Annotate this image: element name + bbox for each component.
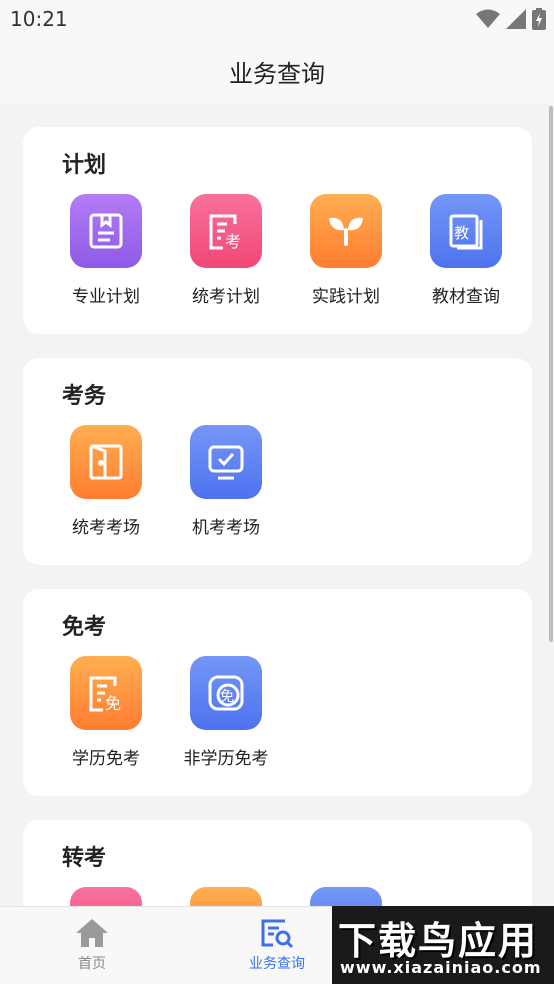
textbook-icon: 教 bbox=[449, 214, 483, 250]
monitor-check-icon bbox=[208, 445, 244, 480]
content-scroll[interactable]: 计划 专业计划 考 统考计划 实践计划 教 教材查询 考务 统考考场 机考考场 … bbox=[0, 104, 554, 906]
home-icon bbox=[76, 919, 108, 947]
section-title: 免考 bbox=[62, 615, 107, 640]
item-unified-exam-plan[interactable]: 考 统考计划 bbox=[166, 194, 286, 307]
item-transfer-1[interactable] bbox=[46, 887, 166, 906]
wifi-icon bbox=[476, 9, 500, 28]
item-unified-exam-room[interactable]: 统考考场 bbox=[46, 425, 166, 538]
svg-text:考: 考 bbox=[225, 232, 241, 251]
item-computer-exam-room[interactable]: 机考考场 bbox=[166, 425, 286, 538]
battery-charging-icon bbox=[532, 8, 546, 30]
svg-text:教: 教 bbox=[454, 224, 469, 242]
watermark-logo: 下载鸟应用 www.xiazainiao.com bbox=[332, 906, 554, 984]
nav-home[interactable]: 首页 bbox=[32, 917, 152, 973]
scrollbar[interactable] bbox=[549, 106, 553, 642]
item-transfer-3[interactable] bbox=[286, 887, 406, 906]
exempt-badge-icon: 免 bbox=[208, 675, 244, 711]
section-title: 转考 bbox=[62, 846, 107, 871]
item-non-academic-exemption[interactable]: 免 非学历免考 bbox=[166, 656, 286, 769]
status-bar: 10:21 bbox=[0, 0, 554, 40]
item-textbook-query[interactable]: 教 教材查询 bbox=[406, 194, 526, 307]
section-title: 计划 bbox=[62, 153, 107, 178]
door-icon bbox=[89, 444, 123, 480]
item-practice-plan[interactable]: 实践计划 bbox=[286, 194, 406, 307]
section-exam-affairs: 考务 统考考场 机考考场 bbox=[23, 358, 532, 565]
item-academic-exemption[interactable]: 免 学历免考 bbox=[46, 656, 166, 769]
query-icon bbox=[261, 919, 294, 949]
item-transfer-2[interactable] bbox=[166, 887, 286, 906]
item-major-plan[interactable]: 专业计划 bbox=[46, 194, 166, 307]
exempt-doc-icon: 免 bbox=[89, 676, 121, 713]
exam-doc-icon: 考 bbox=[209, 214, 241, 251]
nav-business-query[interactable]: 业务查询 bbox=[217, 917, 337, 973]
svg-text:免: 免 bbox=[220, 689, 234, 705]
section-exemption: 免考 免 学历免考 免 非学历免考 bbox=[23, 589, 532, 796]
status-time: 10:21 bbox=[10, 7, 68, 31]
section-transfer-exam: 转考 bbox=[23, 820, 532, 906]
signal-icon bbox=[506, 9, 526, 29]
page-title: 业务查询 bbox=[229, 60, 325, 88]
app-bar: 业务查询 bbox=[0, 40, 554, 104]
svg-text:免: 免 bbox=[105, 694, 121, 713]
section-title: 考务 bbox=[62, 384, 107, 409]
sprout-icon bbox=[329, 217, 363, 246]
section-plan: 计划 专业计划 考 统考计划 实践计划 教 教材查询 bbox=[23, 127, 532, 334]
status-icons bbox=[476, 8, 546, 30]
book-icon bbox=[89, 213, 123, 249]
